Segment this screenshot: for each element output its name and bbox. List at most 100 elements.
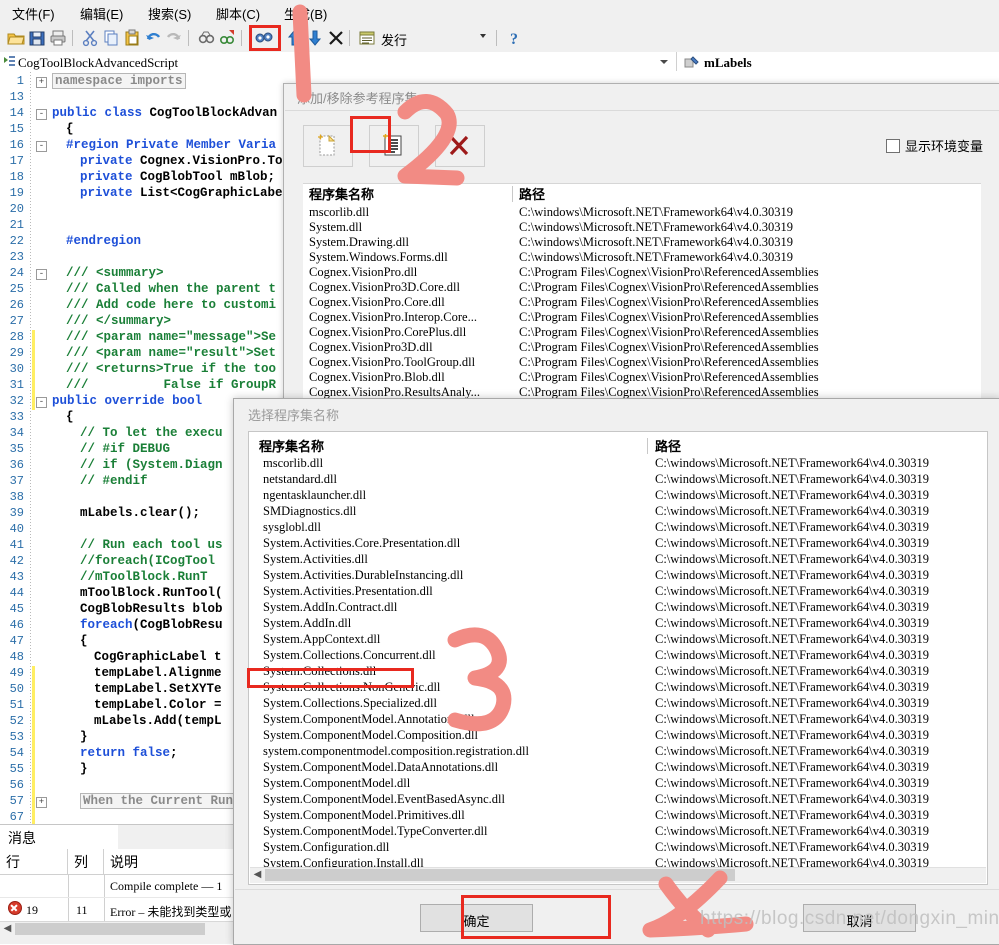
new-assembly-button[interactable] (303, 125, 353, 167)
assembly-row-name[interactable]: System.Activities.Presentation.dll (263, 584, 643, 600)
collapsed-region[interactable]: When the Current Run (80, 793, 244, 809)
build-config-dropdown-arrow[interactable] (480, 34, 486, 38)
assembly-row-path[interactable]: C:\windows\Microsoft.NET\Framework64\v4.… (655, 616, 975, 632)
assembly-row-name[interactable]: system.componentmodel.composition.regist… (263, 744, 643, 760)
menu-search[interactable]: 搜索(S) (144, 3, 195, 24)
class-selector-arrow[interactable] (660, 60, 668, 64)
assembly-row-name[interactable]: SMDiagnostics.dll (263, 504, 643, 520)
assembly-row-name[interactable]: mscorlib.dll (263, 456, 643, 472)
fold-toggle-icon[interactable]: - (36, 109, 47, 120)
assembly-row-name[interactable]: System.ComponentModel.Primitives.dll (263, 808, 643, 824)
member-selector[interactable]: mLabels (680, 52, 999, 72)
assembly-row-name[interactable]: System.Windows.Forms.dll (309, 250, 509, 266)
assembly-row-path[interactable]: C:\windows\Microsoft.NET\Framework64\v4.… (655, 552, 975, 568)
assembly-row-path[interactable]: C:\windows\Microsoft.NET\Framework64\v4.… (655, 680, 975, 696)
assembly-row-path[interactable]: C:\windows\Microsoft.NET\Framework64\v4.… (655, 760, 975, 776)
assembly-row-path[interactable]: C:\windows\Microsoft.NET\Framework64\v4.… (655, 648, 975, 664)
assembly-row-path[interactable]: C:\windows\Microsoft.NET\Framework64\v4.… (655, 456, 975, 472)
assembly-row-name[interactable]: System.ComponentModel.EventBasedAsync.dl… (263, 792, 643, 808)
column-header-col[interactable]: 列 (68, 849, 104, 875)
assembly-row-name[interactable]: System.AddIn.Contract.dll (263, 600, 643, 616)
assembly-row-path[interactable]: C:\windows\Microsoft.NET\Framework64\v4.… (655, 472, 975, 488)
assembly-list[interactable]: 程序集名称 路径 mscorlib.dll C:\windows\Microsof… (303, 183, 981, 402)
fold-toggle-icon[interactable]: + (36, 77, 47, 88)
fold-toggle-icon[interactable]: + (36, 797, 47, 808)
assembly-row-name[interactable]: ngentasklauncher.dll (263, 488, 643, 504)
browse-assembly-button[interactable] (369, 125, 419, 167)
assembly-row-path[interactable]: C:\windows\Microsoft.NET\Framework64\v4.… (655, 520, 975, 536)
assembly-row-name[interactable]: System.AppContext.dll (263, 632, 643, 648)
copy-icon[interactable] (101, 28, 121, 48)
assembly-row-path[interactable]: C:\Program Files\Cognex\VisionPro\Refere… (519, 280, 979, 296)
show-env-variables-checkbox[interactable]: 显示环境变量 (885, 136, 983, 155)
fold-toggle-icon[interactable]: - (36, 141, 47, 152)
dialog1-column-path[interactable]: 路径 (519, 184, 545, 204)
dialog1-column-name[interactable]: 程序集名称 (309, 184, 374, 204)
assembly-row-path[interactable]: C:\windows\Microsoft.NET\Framework64\v4.… (655, 728, 975, 744)
assembly-row-path[interactable]: C:\windows\Microsoft.NET\Framework64\v4.… (655, 488, 975, 504)
menu-script[interactable]: 脚本(C) (212, 3, 264, 24)
find-icon[interactable] (196, 28, 216, 48)
assembly-row-name[interactable]: Cognex.VisionPro3D.Core.dll (309, 280, 509, 296)
assembly-row-name[interactable]: Cognex.VisionPro3D.dll (309, 340, 509, 356)
assembly-row-name[interactable]: System.ComponentModel.TypeConverter.dll (263, 824, 643, 840)
ok-button[interactable]: 确定 (420, 904, 533, 932)
delete-icon[interactable] (326, 28, 346, 48)
cancel-button[interactable]: 取消 (803, 904, 916, 932)
tab-messages[interactable]: 消息 (0, 825, 119, 850)
assembly-row-path[interactable]: C:\windows\Microsoft.NET\Framework64\v4.… (655, 712, 975, 728)
assembly-row-path[interactable]: C:\windows\Microsoft.NET\Framework64\v4.… (655, 600, 975, 616)
assembly-row-path[interactable]: C:\windows\Microsoft.NET\Framework64\v4.… (519, 220, 979, 236)
assembly-row-name[interactable]: System.Collections.Concurrent.dll (263, 648, 643, 664)
paste-icon[interactable] (122, 28, 142, 48)
dialog2-column-name[interactable]: 程序集名称 (259, 436, 324, 456)
redo-icon[interactable] (164, 28, 184, 48)
assembly-row-name[interactable]: System.ComponentModel.Annotations.dll (263, 712, 643, 728)
assembly-row-name[interactable]: Cognex.VisionPro.Core.dll (309, 295, 509, 311)
build-icon[interactable] (252, 28, 276, 48)
assembly-row-name[interactable]: System.AddIn.dll (263, 616, 643, 632)
assembly-row-name[interactable]: netstandard.dll (263, 472, 643, 488)
move-up-icon[interactable] (284, 28, 304, 48)
assembly-row-name[interactable]: Cognex.VisionPro.dll (309, 265, 509, 281)
assembly-row-path[interactable]: C:\Program Files\Cognex\VisionPro\Refere… (519, 265, 979, 281)
fold-toggle-icon[interactable]: - (36, 269, 47, 280)
assembly-row-name[interactable]: Cognex.VisionPro.Blob.dll (309, 370, 509, 386)
assembly-row-path[interactable]: C:\windows\Microsoft.NET\Framework64\v4.… (655, 792, 975, 808)
assembly-row-path[interactable]: C:\windows\Microsoft.NET\Framework64\v4.… (655, 840, 975, 856)
help-icon[interactable]: ? (504, 28, 524, 48)
menu-edit[interactable]: 编辑(E) (76, 3, 127, 24)
assembly-row-path[interactable]: C:\windows\Microsoft.NET\Framework64\v4.… (655, 536, 975, 552)
assembly-row-name[interactable]: Cognex.VisionPro.ToolGroup.dll (309, 355, 509, 371)
assembly-select-list[interactable]: 程序集名称 路径 mscorlib.dll C:\windows\Microsof… (248, 431, 988, 885)
assembly-row-name[interactable]: Cognex.VisionPro.Interop.Core... (309, 310, 509, 326)
assembly-row-name[interactable]: System.ComponentModel.Composition.dll (263, 728, 643, 744)
menu-file[interactable]: 文件(F) (8, 3, 59, 24)
assembly-row-name[interactable]: System.ComponentModel.DataAnnotations.dl… (263, 760, 643, 776)
open-folder-icon[interactable] (6, 28, 26, 48)
dialog2-column-path[interactable]: 路径 (655, 436, 681, 456)
assembly-row-name[interactable]: System.Activities.dll (263, 552, 643, 568)
assembly-row-path[interactable]: C:\Program Files\Cognex\VisionPro\Refere… (519, 370, 979, 386)
assembly-row-path[interactable]: C:\windows\Microsoft.NET\Framework64\v4.… (655, 744, 975, 760)
assembly-row-path[interactable]: C:\Program Files\Cognex\VisionPro\Refere… (519, 310, 979, 326)
dialog2-hscrollbar[interactable]: ◀ (250, 867, 986, 883)
menu-build[interactable]: 生成(B) (280, 3, 331, 24)
assembly-row-path[interactable]: C:\windows\Microsoft.NET\Framework64\v4.… (655, 696, 975, 712)
print-icon[interactable] (48, 28, 68, 48)
assembly-row-path[interactable]: C:\Program Files\Cognex\VisionPro\Refere… (519, 340, 979, 356)
remove-assembly-button[interactable] (435, 125, 485, 167)
assembly-row-path[interactable]: C:\Program Files\Cognex\VisionPro\Refere… (519, 295, 979, 311)
dialog2-scroll-left-arrow[interactable]: ◀ (251, 869, 264, 881)
dialog2-scrollbar-thumb[interactable] (265, 869, 735, 881)
undo-icon[interactable] (143, 28, 163, 48)
dialog-add-remove-assemblies[interactable]: 添加/移除参考程序集 显示环境变量 程序集名称 路径 mscorlib.dll C… (283, 83, 999, 404)
assembly-row-path[interactable]: C:\windows\Microsoft.NET\Framework64\v4.… (655, 584, 975, 600)
fold-toggle-icon[interactable]: - (36, 397, 47, 408)
assembly-row-name[interactable]: System.Activities.Core.Presentation.dll (263, 536, 643, 552)
assembly-row-path[interactable]: C:\windows\Microsoft.NET\Framework64\v4.… (655, 504, 975, 520)
assembly-row-name[interactable]: mscorlib.dll (309, 205, 509, 221)
assembly-row-path[interactable]: C:\windows\Microsoft.NET\Framework64\v4.… (655, 568, 975, 584)
assembly-row-name[interactable]: System.Collections.NonGeneric.dll (263, 680, 643, 696)
assembly-row-name-selected[interactable]: System.Collections.dll (263, 664, 643, 680)
